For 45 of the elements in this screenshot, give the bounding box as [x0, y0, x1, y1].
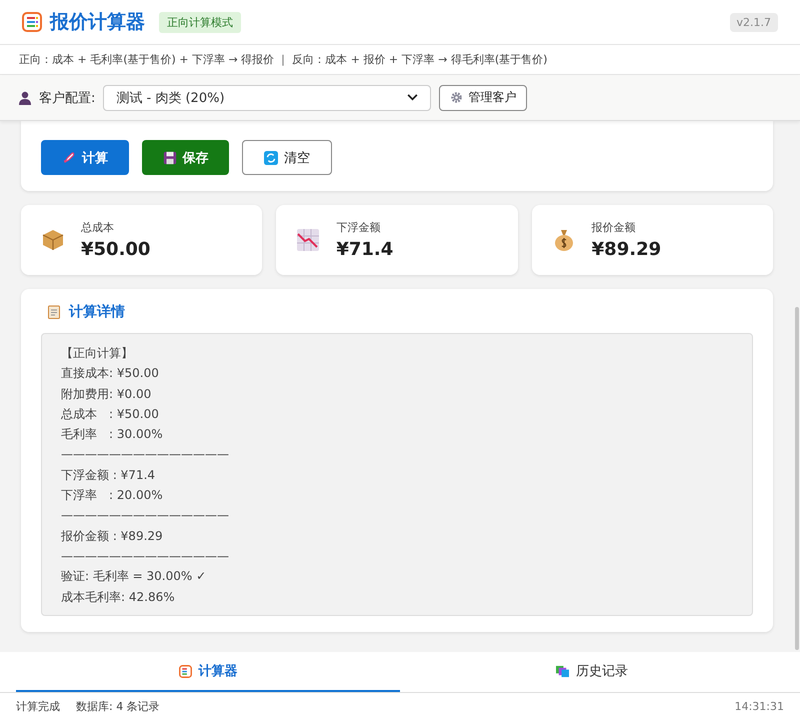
details-line: 附加费用: ¥0.00 [61, 386, 152, 403]
chart-decreasing-icon [296, 228, 320, 252]
details-line: 下浮金额 : ¥71.4 [61, 466, 156, 484]
save-button[interactable]: 保存 [142, 140, 229, 175]
stat-value: ¥71.4 [336, 239, 394, 260]
status-time: 14:31:31 [734, 700, 784, 713]
details-line: 直接成本: ¥50.00 [61, 365, 159, 382]
details-line: 验证: 毛利率 = 30.00% ✓ [61, 568, 206, 586]
clipboard-icon [48, 305, 60, 319]
app-title: 报价计算器 [50, 10, 145, 35]
details-line: —————————————— [61, 507, 229, 524]
calculator-logo-icon [22, 12, 42, 32]
customer-config-label: 客户配置: [39, 90, 96, 106]
chevron-down-icon [407, 94, 418, 101]
formula-hint: 正向：成本 + 毛利率(基于售价) + 下浮率 → 得报价 ｜ 反向：成本 + 报价 + 下浮率 → 得毛利率(基于售价) [19, 52, 548, 67]
details-line: 报价金额 : ¥89.29 [61, 528, 163, 545]
details-line: 总成本 : ¥50.00 [61, 406, 159, 423]
stat-value: ¥50.00 [81, 239, 150, 260]
details-line: —————————————— [61, 446, 229, 464]
mode-badge: 正向计算模式 [159, 12, 241, 32]
calculator-icon [178, 664, 192, 678]
stacked-squares-icon [556, 664, 569, 678]
settings-icon [450, 91, 464, 104]
manage-customers-button[interactable]: 管理客户 [439, 84, 528, 110]
clear-button[interactable]: 清空 [242, 140, 332, 175]
person-icon [19, 90, 31, 104]
database-count: 数据库: 4 条记录 [76, 699, 160, 714]
details-title: 计算详情 [69, 303, 125, 321]
details-line: —————————————— [61, 548, 229, 565]
stat-label: 总成本 [81, 220, 115, 235]
status-text: 计算完成 [16, 699, 60, 714]
tab[interactable]: 历史记录 [400, 652, 784, 692]
package-icon [41, 228, 65, 252]
customer-select[interactable]: 测试 - 肉类 (20%) [103, 84, 432, 110]
details-line: 成本毛利率: 42.86% [61, 588, 175, 606]
stat-value: ¥89.29 [592, 239, 662, 260]
details-line: 毛利率 : 30.00% [61, 426, 163, 444]
version-badge: v2.1.7 [730, 12, 778, 32]
stat-label: 下浮金额 [336, 220, 382, 235]
stat-label: 报价金额 [592, 220, 637, 235]
scrollbar-thumb[interactable] [795, 307, 799, 650]
calculate-button[interactable]: 计算 [41, 140, 129, 175]
details-line: 【正向计算】 [61, 345, 133, 362]
refresh-icon [264, 150, 278, 164]
details-line: 下浮率 : 20.00% [61, 487, 163, 504]
